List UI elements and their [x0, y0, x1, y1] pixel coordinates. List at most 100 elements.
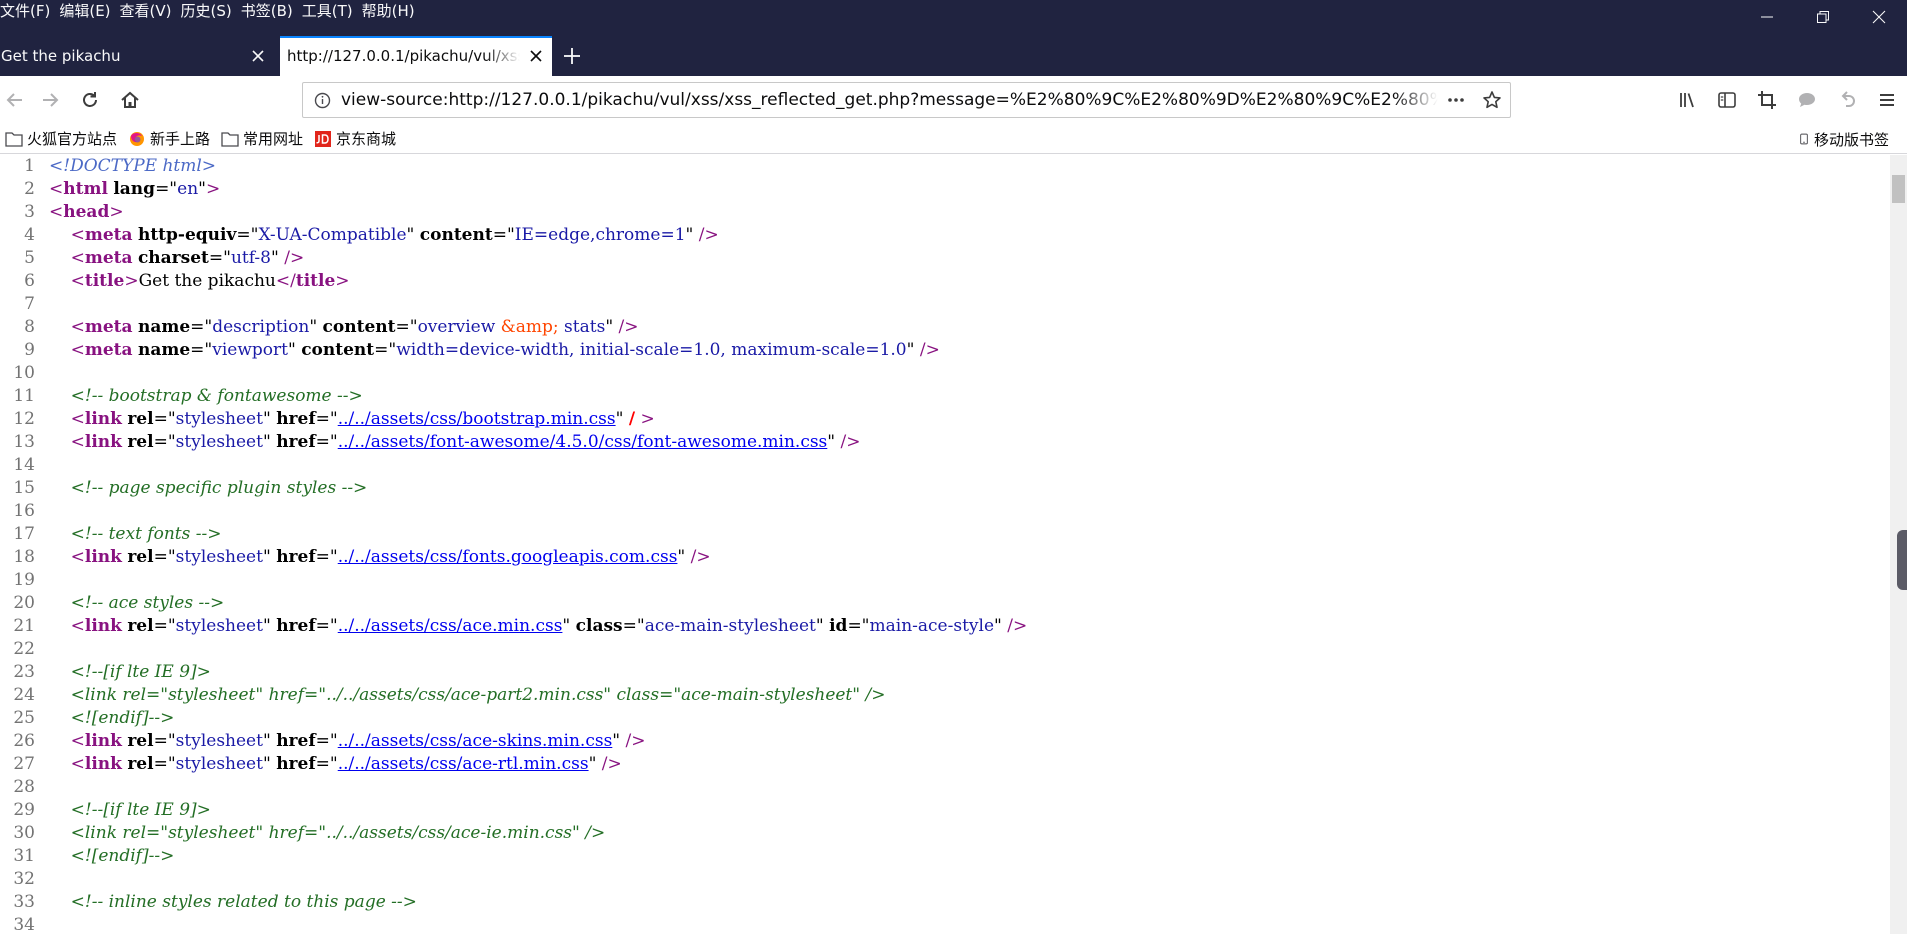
folder-icon — [5, 131, 23, 147]
source-token: " — [309, 317, 323, 337]
source-line: 14 — [0, 454, 1890, 477]
tab-get-the-pikachu[interactable]: Get the pikachu — [0, 36, 274, 76]
chat-button[interactable] — [1787, 80, 1827, 120]
line-code: <link rel="stylesheet" href="../../asset… — [38, 684, 886, 707]
source-token: meta — [84, 340, 133, 360]
sidebar-button[interactable] — [1707, 80, 1747, 120]
undo-button[interactable] — [1827, 80, 1867, 120]
url-bar[interactable]: view-source:http://127.0.0.1/pikachu/vul… — [302, 82, 1511, 118]
mobile-bookmarks[interactable]: 移动版书签 — [1793, 127, 1895, 151]
source-token: meta — [84, 225, 133, 245]
source-token: =" — [153, 616, 176, 636]
source-token: < — [70, 248, 85, 268]
source-line: 24 <link rel="stylesheet" href="../../as… — [0, 684, 1890, 707]
forward-button[interactable] — [30, 80, 70, 120]
source-token: link — [84, 547, 122, 567]
browser-titlebar: 文件(F) 编辑(E) 查看(V) 历史(S) 书签(B) 工具(T) 帮助(H… — [0, 0, 1907, 76]
scrollbar-thumb[interactable] — [1892, 175, 1905, 203]
menu-history[interactable]: 历史(S) — [181, 0, 241, 24]
bookmark-label: 火狐官方站点 — [27, 130, 118, 148]
source-token: " — [677, 547, 691, 567]
menu-edit[interactable]: 编辑(E) — [59, 0, 119, 24]
close-window-button[interactable] — [1851, 0, 1907, 34]
url-input[interactable]: view-source:http://127.0.0.1/pikachu/vul… — [341, 90, 1438, 110]
source-line: 17 <!-- text fonts --> — [0, 523, 1890, 546]
source-token: description — [212, 317, 310, 337]
source-token: < — [70, 409, 85, 429]
mobile-phone-icon — [1800, 133, 1808, 145]
source-token: " — [262, 547, 277, 567]
source-token: lang — [113, 179, 156, 199]
bookmark-getting-started[interactable]: 新手上路 — [123, 127, 216, 151]
new-tab-button[interactable] — [552, 36, 592, 76]
restore-button[interactable] — [1795, 0, 1851, 34]
menu-button[interactable] — [1867, 80, 1907, 120]
bookmark-firefox-official[interactable]: 火狐官方站点 — [0, 127, 123, 151]
tab-close-button[interactable] — [520, 36, 552, 76]
line-number: 22 — [13, 639, 35, 659]
library-icon — [1680, 93, 1694, 108]
source-line: 23 <!--[if lte IE 9]> — [0, 661, 1890, 684]
source-token: rel — [127, 547, 154, 567]
source-token: <!-- ace styles --> — [70, 593, 225, 613]
page-actions-button[interactable] — [1438, 83, 1474, 117]
bookmark-jd-mall[interactable]: 京东商城 — [309, 127, 402, 151]
source-link[interactable]: ../../assets/font-awesome/4.5.0/css/font… — [338, 432, 828, 452]
bookmark-common-sites[interactable]: 常用网址 — [216, 127, 309, 151]
source-line: 25 <![endif]--> — [0, 707, 1890, 730]
info-icon[interactable] — [303, 83, 341, 117]
menu-bookmarks[interactable]: 书签(B) — [241, 0, 302, 24]
source-token: " — [262, 616, 277, 636]
source-link[interactable]: ../../assets/css/bootstrap.min.css — [338, 409, 616, 429]
source-token: /> — [840, 432, 861, 452]
source-token: " — [198, 179, 206, 199]
source-token: href — [276, 409, 316, 429]
source-line: 33 <!-- inline styles related to this pa… — [0, 891, 1890, 914]
tab-strip: Get the pikachu http://127.0.0.1/pikachu… — [0, 36, 592, 76]
tab-close-button[interactable] — [242, 36, 274, 76]
source-link[interactable]: ../../assets/css/ace-rtl.min.css — [338, 754, 589, 774]
line-number: 10 — [13, 363, 35, 383]
source-token — [49, 317, 71, 337]
source-token: " — [562, 616, 576, 636]
menu-tools[interactable]: 工具(T) — [302, 0, 362, 24]
source-link[interactable]: ../../assets/css/ace-skins.min.css — [338, 731, 613, 751]
source-token: <!DOCTYPE html> — [49, 156, 217, 176]
source-token: href — [276, 432, 316, 452]
side-panel-handle[interactable] — [1897, 530, 1907, 590]
line-number: 31 — [13, 846, 35, 866]
source-line: 28 — [0, 776, 1890, 799]
source-token: en — [177, 179, 199, 199]
line-number: 1 — [24, 156, 35, 176]
home-button[interactable] — [110, 80, 150, 120]
source-line: 2 <html lang="en"> — [0, 178, 1890, 201]
menu-view[interactable]: 查看(V) — [120, 0, 181, 24]
library-button[interactable] — [1667, 80, 1707, 120]
back-button[interactable] — [0, 80, 30, 120]
source-token: X-UA-Compatible — [258, 225, 407, 245]
bookmark-star-button[interactable] — [1474, 83, 1510, 117]
source-token — [49, 731, 71, 751]
source-line: 11 <!-- bootstrap & fontawesome --> — [0, 385, 1890, 408]
line-number: 24 — [13, 685, 35, 705]
source-link[interactable]: ../../assets/css/fonts.googleapis.com.cs… — [338, 547, 678, 567]
reload-button[interactable] — [70, 80, 110, 120]
source-line: 6 <title>Get the pikachu</title> — [0, 270, 1890, 293]
source-token: /> — [618, 317, 639, 337]
menu-file[interactable]: 文件(F) — [0, 0, 59, 24]
source-link[interactable]: ../../assets/css/ace.min.css — [338, 616, 563, 636]
menu-help[interactable]: 帮助(H) — [362, 0, 424, 24]
source-token: html — [63, 179, 108, 199]
minimize-button[interactable] — [1739, 0, 1795, 34]
screenshot-button[interactable] — [1747, 80, 1787, 120]
source-token: head — [63, 202, 110, 222]
tab-title: http://127.0.0.1/pikachu/vul/xss/ — [287, 47, 520, 65]
source-token: link — [84, 432, 122, 452]
source-token: " — [406, 225, 420, 245]
source-line: 1 <!DOCTYPE html> — [0, 155, 1890, 178]
tab-view-source[interactable]: http://127.0.0.1/pikachu/vul/xss/ — [280, 36, 552, 76]
line-number: 27 — [13, 754, 35, 774]
source-token: =" — [395, 317, 418, 337]
